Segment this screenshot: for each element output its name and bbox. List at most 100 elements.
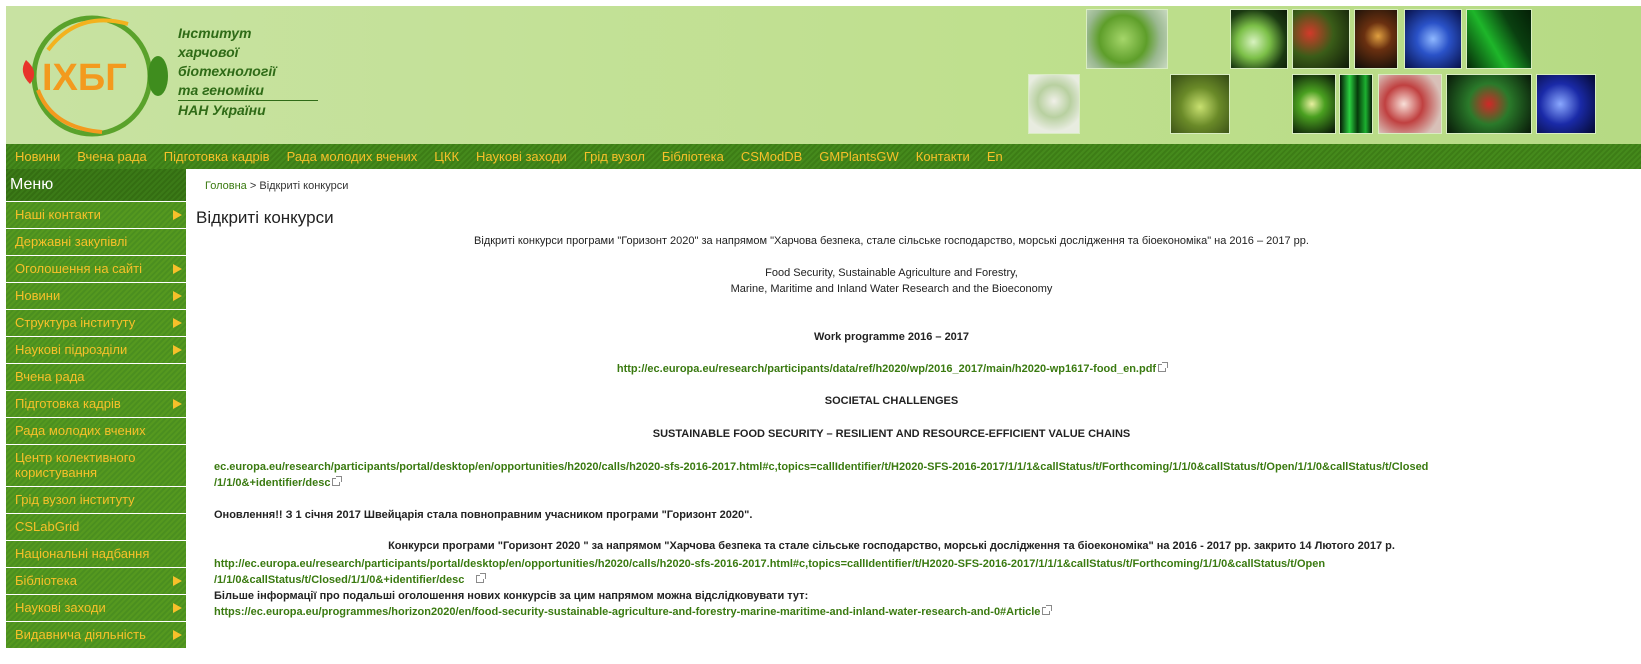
sidebar-item-label: Видавнича діяльність: [15, 627, 146, 642]
work-programme-heading: Work programme 2016 – 2017: [813, 331, 970, 343]
nav-item-library[interactable]: Бібліотека: [662, 149, 724, 164]
submenu-arrow-icon: [173, 630, 182, 640]
institute-name-line-1: Інститут: [178, 25, 252, 41]
sidebar-item-label: Оголошення на сайті: [15, 261, 142, 276]
micrograph-tile: [1028, 74, 1080, 134]
micrograph-tile: [1292, 74, 1336, 134]
sidebar-title: Меню: [6, 169, 186, 201]
closed-note: Конкурси програми "Горизонт 2020 " за на…: [388, 540, 1395, 552]
nav-item-news[interactable]: Новини: [15, 149, 60, 164]
sidebar-item-label: Рада молодих вчених: [15, 423, 146, 438]
sidebar-item-shared-use-center[interactable]: Центр колективного користування: [6, 444, 186, 486]
sidebar-item-cslabgrid[interactable]: CSLabGrid: [6, 513, 186, 540]
breadcrumb: Головна > Відкриті конкурси: [205, 180, 348, 192]
work-programme-link-row: http://ec.europa.eu/research/participant…: [186, 362, 1597, 375]
page-title: Відкриті конкурси: [196, 208, 334, 227]
sidebar-item-label: Наукові заходи: [15, 600, 106, 615]
top-navigation: Новини Вчена рада Підготовка кадрів Рада…: [6, 144, 1641, 169]
nav-item-contacts[interactable]: Контакти: [916, 149, 970, 164]
intro-text: Відкриті конкурси програми "Горизонт 202…: [474, 235, 1309, 247]
work-programme-link[interactable]: http://ec.europa.eu/research/participant…: [617, 363, 1156, 375]
micrograph-tile: [1446, 74, 1532, 134]
micrograph-tile: [1354, 9, 1398, 69]
sidebar-item-library[interactable]: Бібліотека: [6, 567, 186, 594]
institute-name-line-4: та геноміки: [178, 81, 318, 101]
closed-link-line-2[interactable]: /1/1/0&callStatus/t/Closed/1/1/0&+identi…: [214, 574, 464, 586]
submenu-arrow-icon: [173, 264, 182, 274]
nav-item-academic-council[interactable]: Вчена рада: [77, 149, 147, 164]
micrograph-tile: [1536, 74, 1596, 134]
nav-item-grid-node[interactable]: Грід вузол: [584, 149, 645, 164]
external-link-icon: [1158, 362, 1169, 372]
external-link-icon: [1042, 605, 1053, 615]
nav-item-events[interactable]: Наукові заходи: [476, 149, 567, 164]
sidebar-item-label: Новини: [15, 288, 61, 303]
update-note: Оновлення!! З 1 січня 2017 Швейцарія ста…: [214, 509, 753, 521]
submenu-arrow-icon: [173, 576, 182, 586]
sidebar-item-announcements[interactable]: Оголошення на сайті: [6, 255, 186, 282]
sidebar-item-label: Центр колективного користування: [15, 450, 136, 480]
sidebar-menu: Меню Наші контакти Державні закупівлі Ог…: [6, 169, 186, 664]
breadcrumb-home-link[interactable]: Головна: [205, 180, 247, 192]
external-link-icon: [475, 573, 486, 583]
main-content: Головна > Відкриті конкурси Відкриті кон…: [186, 169, 1641, 664]
calls-link-line-2[interactable]: /1/1/0&+identifier/desc: [214, 477, 330, 489]
micrograph-tile: [1230, 9, 1288, 69]
closed-link-block: http://ec.europa.eu/research/participant…: [214, 556, 1325, 588]
submenu-arrow-icon: [173, 210, 182, 220]
sidebar-item-label: Грід вузол інституту: [15, 492, 135, 507]
nav-item-gmplantsgw[interactable]: GMPlantsGW: [819, 149, 898, 164]
more-info-text: Більше інформації про подальші оголошенн…: [214, 590, 809, 602]
more-info-link-row: https://ec.europa.eu/programmes/horizon2…: [214, 604, 1053, 620]
micrograph-tile: [1466, 9, 1532, 69]
topic-line-2: Marine, Maritime and Inland Water Resear…: [730, 283, 1053, 295]
closed-link-line-1[interactable]: http://ec.europa.eu/research/participant…: [214, 558, 1325, 570]
sidebar-item-training[interactable]: Підготовка кадрів: [6, 390, 186, 417]
sidebar-item-academic-council[interactable]: Вчена рада: [6, 363, 186, 390]
sidebar-item-label: CSLabGrid: [15, 519, 80, 534]
societal-challenges-heading: SOCIETAL CHALLENGES: [824, 395, 959, 407]
micrograph-tile: [1404, 9, 1462, 69]
topic-line-1: Food Security, Sustainable Agriculture a…: [765, 267, 1018, 279]
micrograph-tile: [1170, 74, 1230, 134]
nav-item-english[interactable]: En: [987, 149, 1003, 164]
micrograph-tile: [1292, 9, 1350, 69]
institute-name-line-3: біотехнології: [178, 63, 277, 79]
sidebar-item-label: Національні надбання: [15, 546, 150, 561]
micrograph-tile: [1086, 9, 1168, 69]
sidebar-item-structure[interactable]: Структура інституту: [6, 309, 186, 336]
logo-abbreviation: ІХБГ: [42, 57, 127, 99]
institute-name[interactable]: Інститут харчової біотехнології та геном…: [178, 24, 318, 120]
nav-item-young-scientists[interactable]: Рада молодих вчених: [287, 149, 418, 164]
nav-item-training[interactable]: Підготовка кадрів: [164, 149, 270, 164]
nav-item-csmoddb[interactable]: CSModDB: [741, 149, 802, 164]
sidebar-item-label: Державні закупівлі: [15, 234, 128, 249]
breadcrumb-current: Відкриті конкурси: [259, 180, 349, 192]
sidebar-item-label: Наші контакти: [15, 207, 101, 222]
micrograph-tile: [1339, 74, 1373, 134]
nav-item-ckk[interactable]: ЦКК: [434, 149, 459, 164]
submenu-arrow-icon: [173, 318, 182, 328]
sidebar-item-national-heritage[interactable]: Національні надбання: [6, 540, 186, 567]
sidebar-item-publishing[interactable]: Видавнича діяльність: [6, 621, 186, 648]
sidebar-item-contacts[interactable]: Наші контакти: [6, 201, 186, 228]
sidebar-item-news[interactable]: Новини: [6, 282, 186, 309]
sidebar-item-label: Підготовка кадрів: [15, 396, 121, 411]
institute-logo[interactable]: ІХБГ: [18, 10, 170, 140]
micrograph-tile: [1378, 74, 1442, 134]
sidebar-item-young-scientists[interactable]: Рада молодих вчених: [6, 417, 186, 444]
more-info-link[interactable]: https://ec.europa.eu/programmes/horizon2…: [214, 606, 1040, 618]
submenu-arrow-icon: [173, 399, 182, 409]
sidebar-item-grid-node[interactable]: Грід вузол інституту: [6, 486, 186, 513]
sidebar-item-label: Наукові підрозділи: [15, 342, 128, 357]
sidebar-item-label: Структура інституту: [15, 315, 136, 330]
sidebar-item-departments[interactable]: Наукові підрозділи: [6, 336, 186, 363]
sidebar-item-events[interactable]: Наукові заходи: [6, 594, 186, 621]
submenu-arrow-icon: [173, 291, 182, 301]
submenu-arrow-icon: [173, 345, 182, 355]
calls-link-block: ec.europa.eu/research/participants/porta…: [214, 459, 1428, 491]
sidebar-item-label: Бібліотека: [15, 573, 77, 588]
sidebar-item-procurement[interactable]: Державні закупівлі: [6, 228, 186, 255]
sustainable-food-heading: SUSTAINABLE FOOD SECURITY – RESILIENT AN…: [652, 428, 1131, 440]
calls-link-line-1[interactable]: ec.europa.eu/research/participants/porta…: [214, 461, 1428, 473]
